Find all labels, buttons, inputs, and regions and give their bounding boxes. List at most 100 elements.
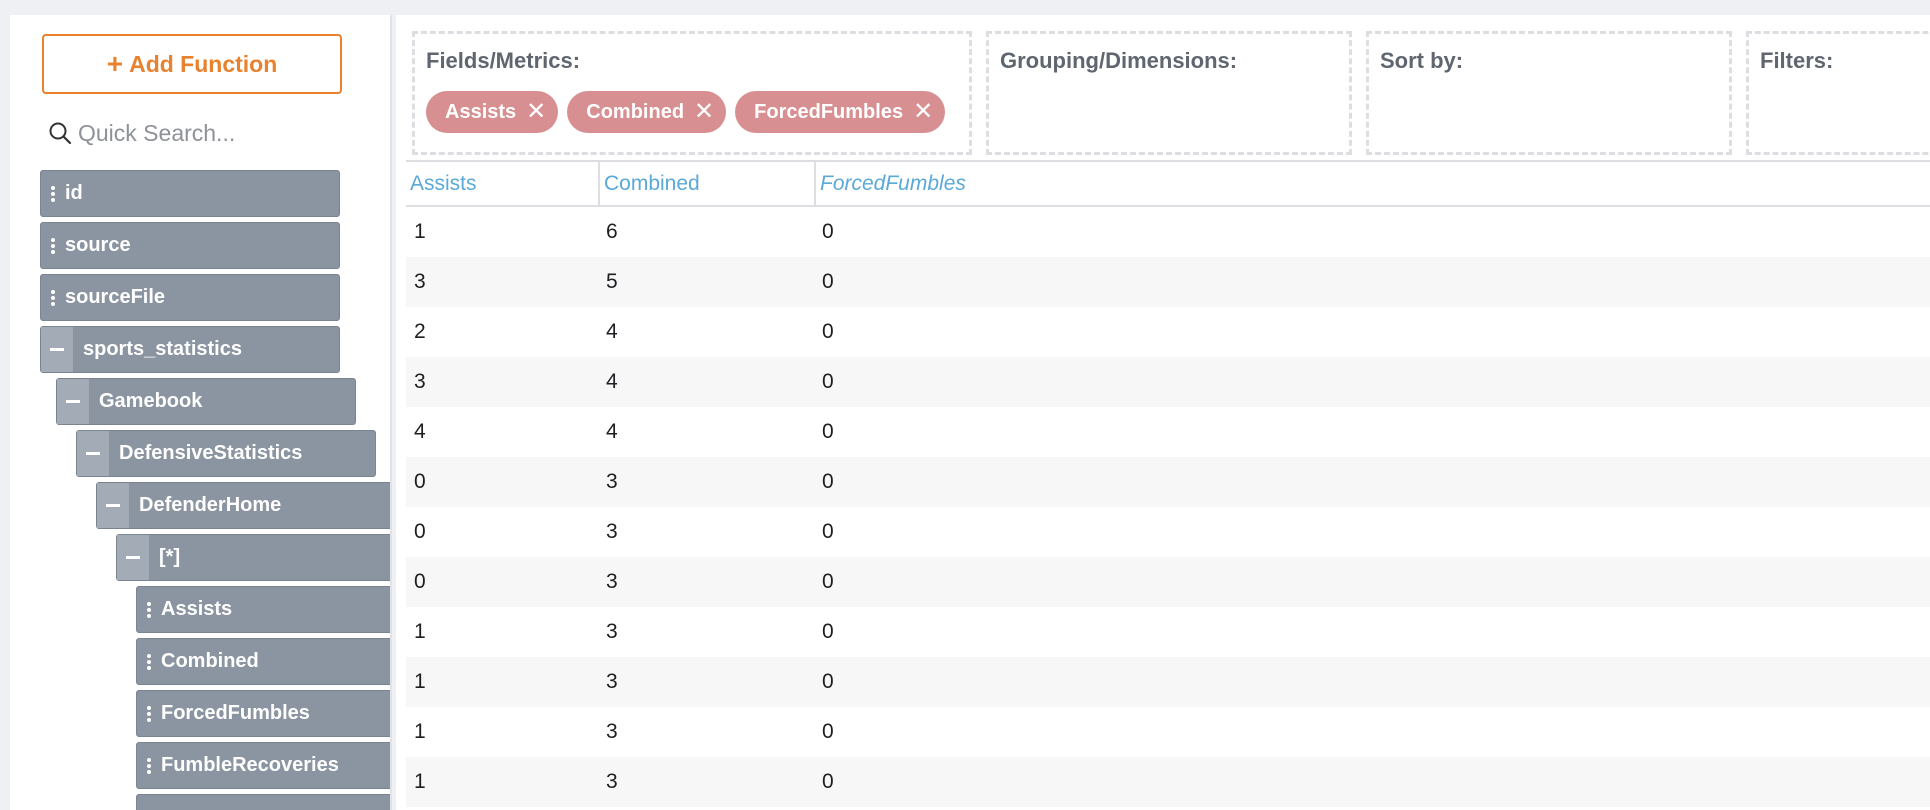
tree-node-array[interactable]: [*]	[116, 534, 390, 581]
table-cell: 0	[414, 570, 426, 593]
table-cell: 1	[414, 220, 426, 243]
table-cell: 0	[414, 520, 426, 543]
sort-by-dropzone[interactable]: Sort by:	[1366, 31, 1732, 155]
table-cell: 3	[414, 370, 426, 393]
tree-node-assists[interactable]: Assists	[136, 586, 390, 633]
table-cell: 3	[606, 670, 618, 693]
tree-node-label: [*]	[159, 546, 181, 568]
column-header-forcedfumbles[interactable]: ForcedFumbles	[814, 162, 1114, 205]
chip-assists[interactable]: Assists ✕	[426, 91, 559, 133]
table-row: 1 6 0	[406, 207, 1930, 257]
table-cell: 4	[606, 370, 618, 393]
table-row: 3 4 0	[406, 357, 1930, 407]
drag-handle-icon[interactable]	[41, 237, 65, 255]
tree-node-fumblerecoveries[interactable]: FumbleRecoveries	[136, 742, 390, 789]
chip-label: Assists	[445, 100, 517, 123]
table-cell: 3	[606, 620, 618, 643]
column-header-combined[interactable]: Combined	[598, 162, 814, 205]
dropzone-title: Sort by:	[1380, 48, 1464, 73]
table-cell: 4	[606, 420, 618, 443]
table-cell: 1	[414, 620, 426, 643]
grouping-dimensions-dropzone[interactable]: Grouping/Dimensions:	[986, 31, 1352, 155]
chip-combined[interactable]: Combined ✕	[567, 91, 727, 133]
tree-node-label: id	[65, 182, 83, 204]
table-cell: 1	[414, 770, 426, 793]
table-cell: 1	[414, 670, 426, 693]
tree-node-label: DefenderHome	[139, 494, 282, 516]
table-header: Assists Combined ForcedFumbles	[406, 160, 1930, 207]
table-cell: 6	[606, 220, 618, 243]
chip-forcedfumbles[interactable]: ForcedFumbles ✕	[735, 91, 946, 133]
table-cell: 0	[822, 520, 834, 543]
close-icon[interactable]: ✕	[526, 100, 546, 124]
tree-node-forcedfumbles[interactable]: ForcedFumbles	[136, 690, 390, 737]
table-cell: 0	[822, 420, 834, 443]
tree-node-partial[interactable]	[136, 794, 390, 810]
column-header-assists[interactable]: Assists	[406, 162, 598, 205]
table-cell: 3	[606, 570, 618, 593]
table-row: 1 3 0	[406, 657, 1930, 707]
table-cell: 3	[414, 270, 426, 293]
tree-node-label: Gamebook	[99, 390, 203, 412]
collapse-icon[interactable]	[41, 327, 73, 372]
tree-node-defenderhome[interactable]: DefenderHome	[96, 482, 390, 529]
table-cell: 3	[606, 720, 618, 743]
table-cell: 2	[414, 320, 426, 343]
collapse-icon[interactable]	[77, 431, 109, 476]
dropzone-title: Grouping/Dimensions:	[1000, 48, 1238, 73]
search-input[interactable]	[78, 119, 338, 147]
drag-handle-icon[interactable]	[41, 289, 65, 307]
main-panel: Fields/Metrics: Assists ✕ Combined ✕ For…	[396, 15, 1930, 810]
tree-node-label: Assists	[161, 598, 233, 620]
table-row: 3 5 0	[406, 257, 1930, 307]
add-function-label: Add Function	[129, 50, 278, 77]
table-cell: 0	[822, 720, 834, 743]
tree-node-source[interactable]: source	[40, 222, 340, 269]
table-body: 1 6 0 3 5 0 2 4 0 3 4 0 4 4 0 0 3 0 0 3 0 0 3 0 1 3 0 1 3 0 1 3 0 1 3 0	[406, 207, 1930, 807]
filters-dropzone[interactable]: Filters:	[1746, 31, 1930, 155]
dropzone-title: Fields/Metrics:	[426, 48, 581, 73]
results-table: Assists Combined ForcedFumbles 1 6 0 3 5 0 2 4 0…	[406, 160, 1930, 807]
close-icon[interactable]: ✕	[694, 100, 714, 124]
sidebar: + Add Function id source sourceFile spor…	[10, 15, 392, 810]
search-icon	[49, 122, 72, 145]
table-cell: 0	[822, 770, 834, 793]
table-cell: 0	[822, 370, 834, 393]
drag-handle-icon[interactable]	[137, 705, 161, 723]
tree-node-combined[interactable]: Combined	[136, 638, 390, 685]
tree-node-sourcefile[interactable]: sourceFile	[40, 274, 340, 321]
collapse-icon[interactable]	[97, 483, 129, 528]
tree-node-id[interactable]: id	[40, 170, 340, 217]
tree-node-label: DefensiveStatistics	[119, 442, 303, 464]
table-cell: 3	[606, 470, 618, 493]
table-cell: 4	[606, 320, 618, 343]
table-row: 0 3 0	[406, 557, 1930, 607]
drag-handle-icon[interactable]	[137, 757, 161, 775]
table-cell: 3	[606, 520, 618, 543]
close-icon[interactable]: ✕	[913, 100, 933, 124]
table-cell: 5	[606, 270, 618, 293]
drag-handle-icon[interactable]	[41, 185, 65, 203]
tree-node-label: FumbleRecoveries	[161, 754, 339, 776]
table-cell: 0	[822, 320, 834, 343]
drag-handle-icon[interactable]	[137, 601, 161, 619]
fields-metrics-dropzone[interactable]: Fields/Metrics: Assists ✕ Combined ✕ For…	[412, 31, 972, 155]
tree-node-defensivestatistics[interactable]: DefensiveStatistics	[76, 430, 376, 477]
table-cell: 0	[822, 470, 834, 493]
table-cell: 0	[822, 620, 834, 643]
tree-node-label: ForcedFumbles	[161, 702, 310, 724]
table-cell: 0	[414, 470, 426, 493]
chip-label: ForcedFumbles	[754, 100, 904, 123]
table-cell: 0	[822, 220, 834, 243]
table-cell: 0	[822, 670, 834, 693]
table-cell: 4	[414, 420, 426, 443]
tree-node-sports-statistics[interactable]: sports_statistics	[40, 326, 340, 373]
collapse-icon[interactable]	[57, 379, 89, 424]
tree-node-gamebook[interactable]: Gamebook	[56, 378, 356, 425]
add-function-button[interactable]: + Add Function	[42, 34, 342, 94]
collapse-icon[interactable]	[117, 535, 149, 580]
table-cell: 3	[606, 770, 618, 793]
plus-icon: +	[106, 48, 124, 79]
drag-handle-icon[interactable]	[137, 653, 161, 671]
table-row: 4 4 0	[406, 407, 1930, 457]
